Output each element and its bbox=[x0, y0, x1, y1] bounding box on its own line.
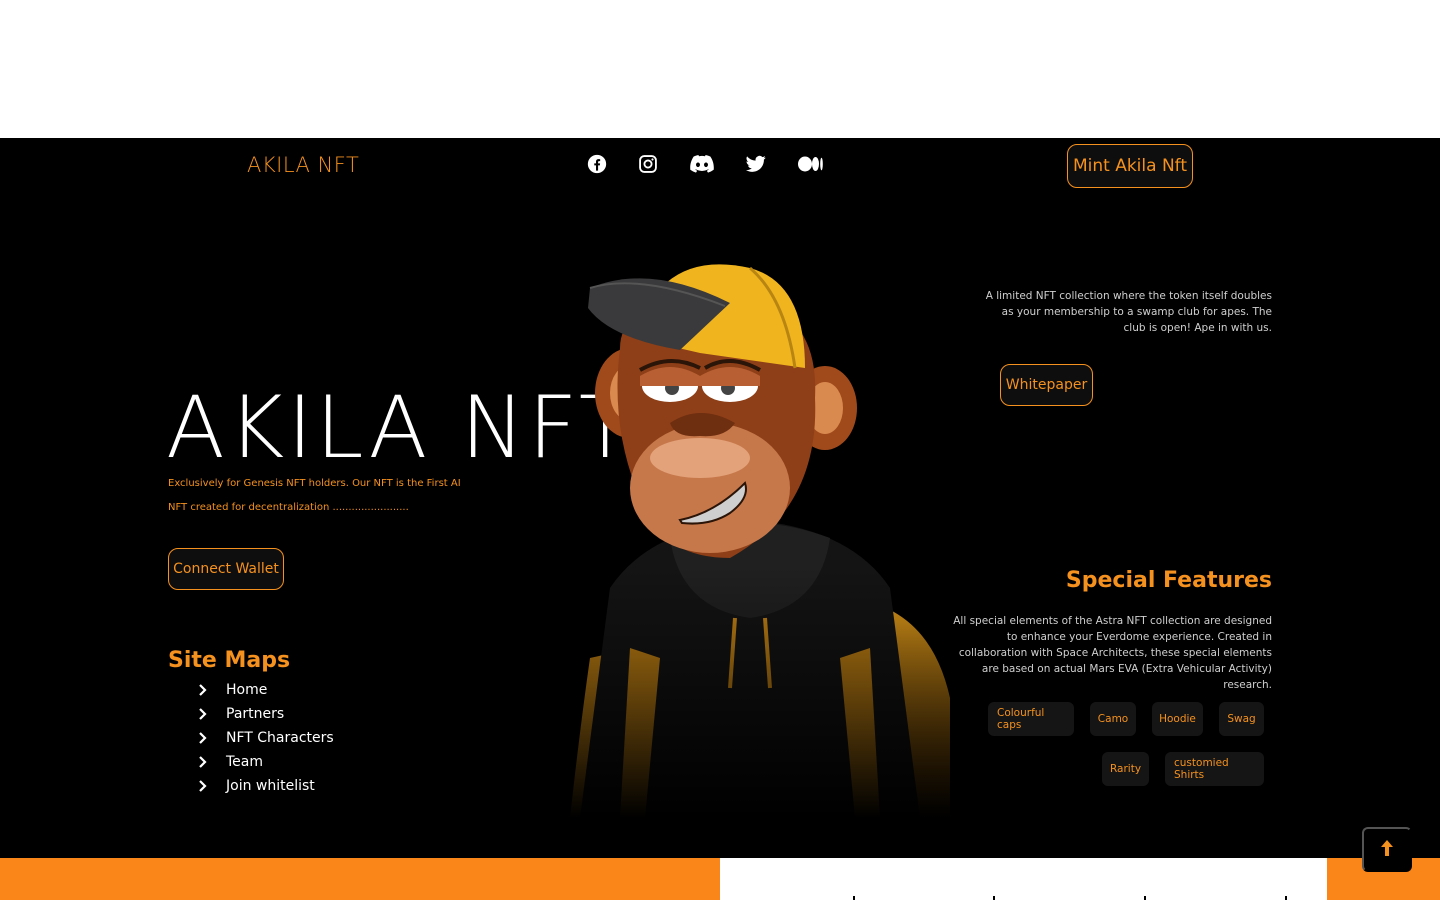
divider-tick bbox=[1144, 896, 1146, 900]
chevron-right-icon bbox=[198, 756, 226, 768]
scroll-to-top-button[interactable] bbox=[1362, 827, 1412, 872]
chevron-right-icon bbox=[198, 732, 226, 744]
divider-tick bbox=[1285, 896, 1287, 900]
hero-section: AKILA NFT Mint Akila Nft AKILA NFT Exclu… bbox=[0, 138, 1440, 858]
sitemap-item-label: Partners bbox=[226, 706, 285, 722]
mint-button[interactable]: Mint Akila Nft bbox=[1067, 144, 1193, 188]
medium-icon[interactable] bbox=[797, 152, 825, 176]
sitemap-list: Home Partners NFT Characters Team Join w… bbox=[198, 678, 334, 798]
top-blank-area bbox=[0, 0, 1440, 138]
sitemap-item-team[interactable]: Team bbox=[198, 750, 334, 774]
arrow-up-icon bbox=[1381, 840, 1393, 859]
sitemap-item-partners[interactable]: Partners bbox=[198, 702, 334, 726]
divider-tick bbox=[993, 896, 995, 900]
instagram-icon[interactable] bbox=[636, 152, 660, 176]
chevron-right-icon bbox=[198, 684, 226, 696]
sitemap-item-nft-characters[interactable]: NFT Characters bbox=[198, 726, 334, 750]
brand-logo[interactable]: AKILA NFT bbox=[247, 153, 359, 177]
sitemap-item-label: Join whitelist bbox=[226, 778, 315, 794]
connect-wallet-button[interactable]: Connect Wallet bbox=[168, 548, 284, 590]
feature-tag-customied-shirts[interactable]: customied Shirts bbox=[1165, 752, 1264, 786]
feature-tag-camo[interactable]: Camo bbox=[1090, 702, 1136, 736]
feature-tag-hoodie[interactable]: Hoodie bbox=[1152, 702, 1203, 736]
feature-tag-swag[interactable]: Swag bbox=[1219, 702, 1264, 736]
hero-subtitle: Exclusively for Genesis NFT holders. Our… bbox=[168, 478, 461, 513]
divider-tick bbox=[853, 896, 855, 900]
sitemap-item-label: NFT Characters bbox=[226, 730, 334, 746]
whitepaper-button[interactable]: Whitepaper bbox=[1000, 364, 1093, 406]
sitemap-item-join-whitelist[interactable]: Join whitelist bbox=[198, 774, 334, 798]
bottom-white-panel bbox=[720, 858, 1327, 900]
sitemap-title: Site Maps bbox=[168, 648, 291, 673]
features-title: Special Features bbox=[1065, 568, 1272, 593]
sitemap-item-home[interactable]: Home bbox=[198, 678, 334, 702]
discord-icon[interactable] bbox=[689, 152, 715, 176]
sitemap-item-label: Home bbox=[226, 682, 268, 698]
twitter-icon[interactable] bbox=[744, 152, 768, 176]
chevron-right-icon bbox=[198, 780, 226, 792]
feature-tag-colourful-caps[interactable]: Colourful caps bbox=[988, 702, 1074, 736]
feature-tag-rarity[interactable]: Rarity bbox=[1102, 752, 1149, 786]
chevron-right-icon bbox=[198, 708, 226, 720]
collection-description: A limited NFT collection where the token… bbox=[985, 290, 1272, 334]
ape-illustration bbox=[550, 258, 960, 818]
features-description: All special elements of the Astra NFT co… bbox=[953, 615, 1272, 691]
navbar: AKILA NFT Mint Akila Nft bbox=[0, 138, 1440, 194]
sitemap-item-label: Team bbox=[226, 754, 264, 770]
facebook-icon[interactable] bbox=[585, 152, 609, 176]
